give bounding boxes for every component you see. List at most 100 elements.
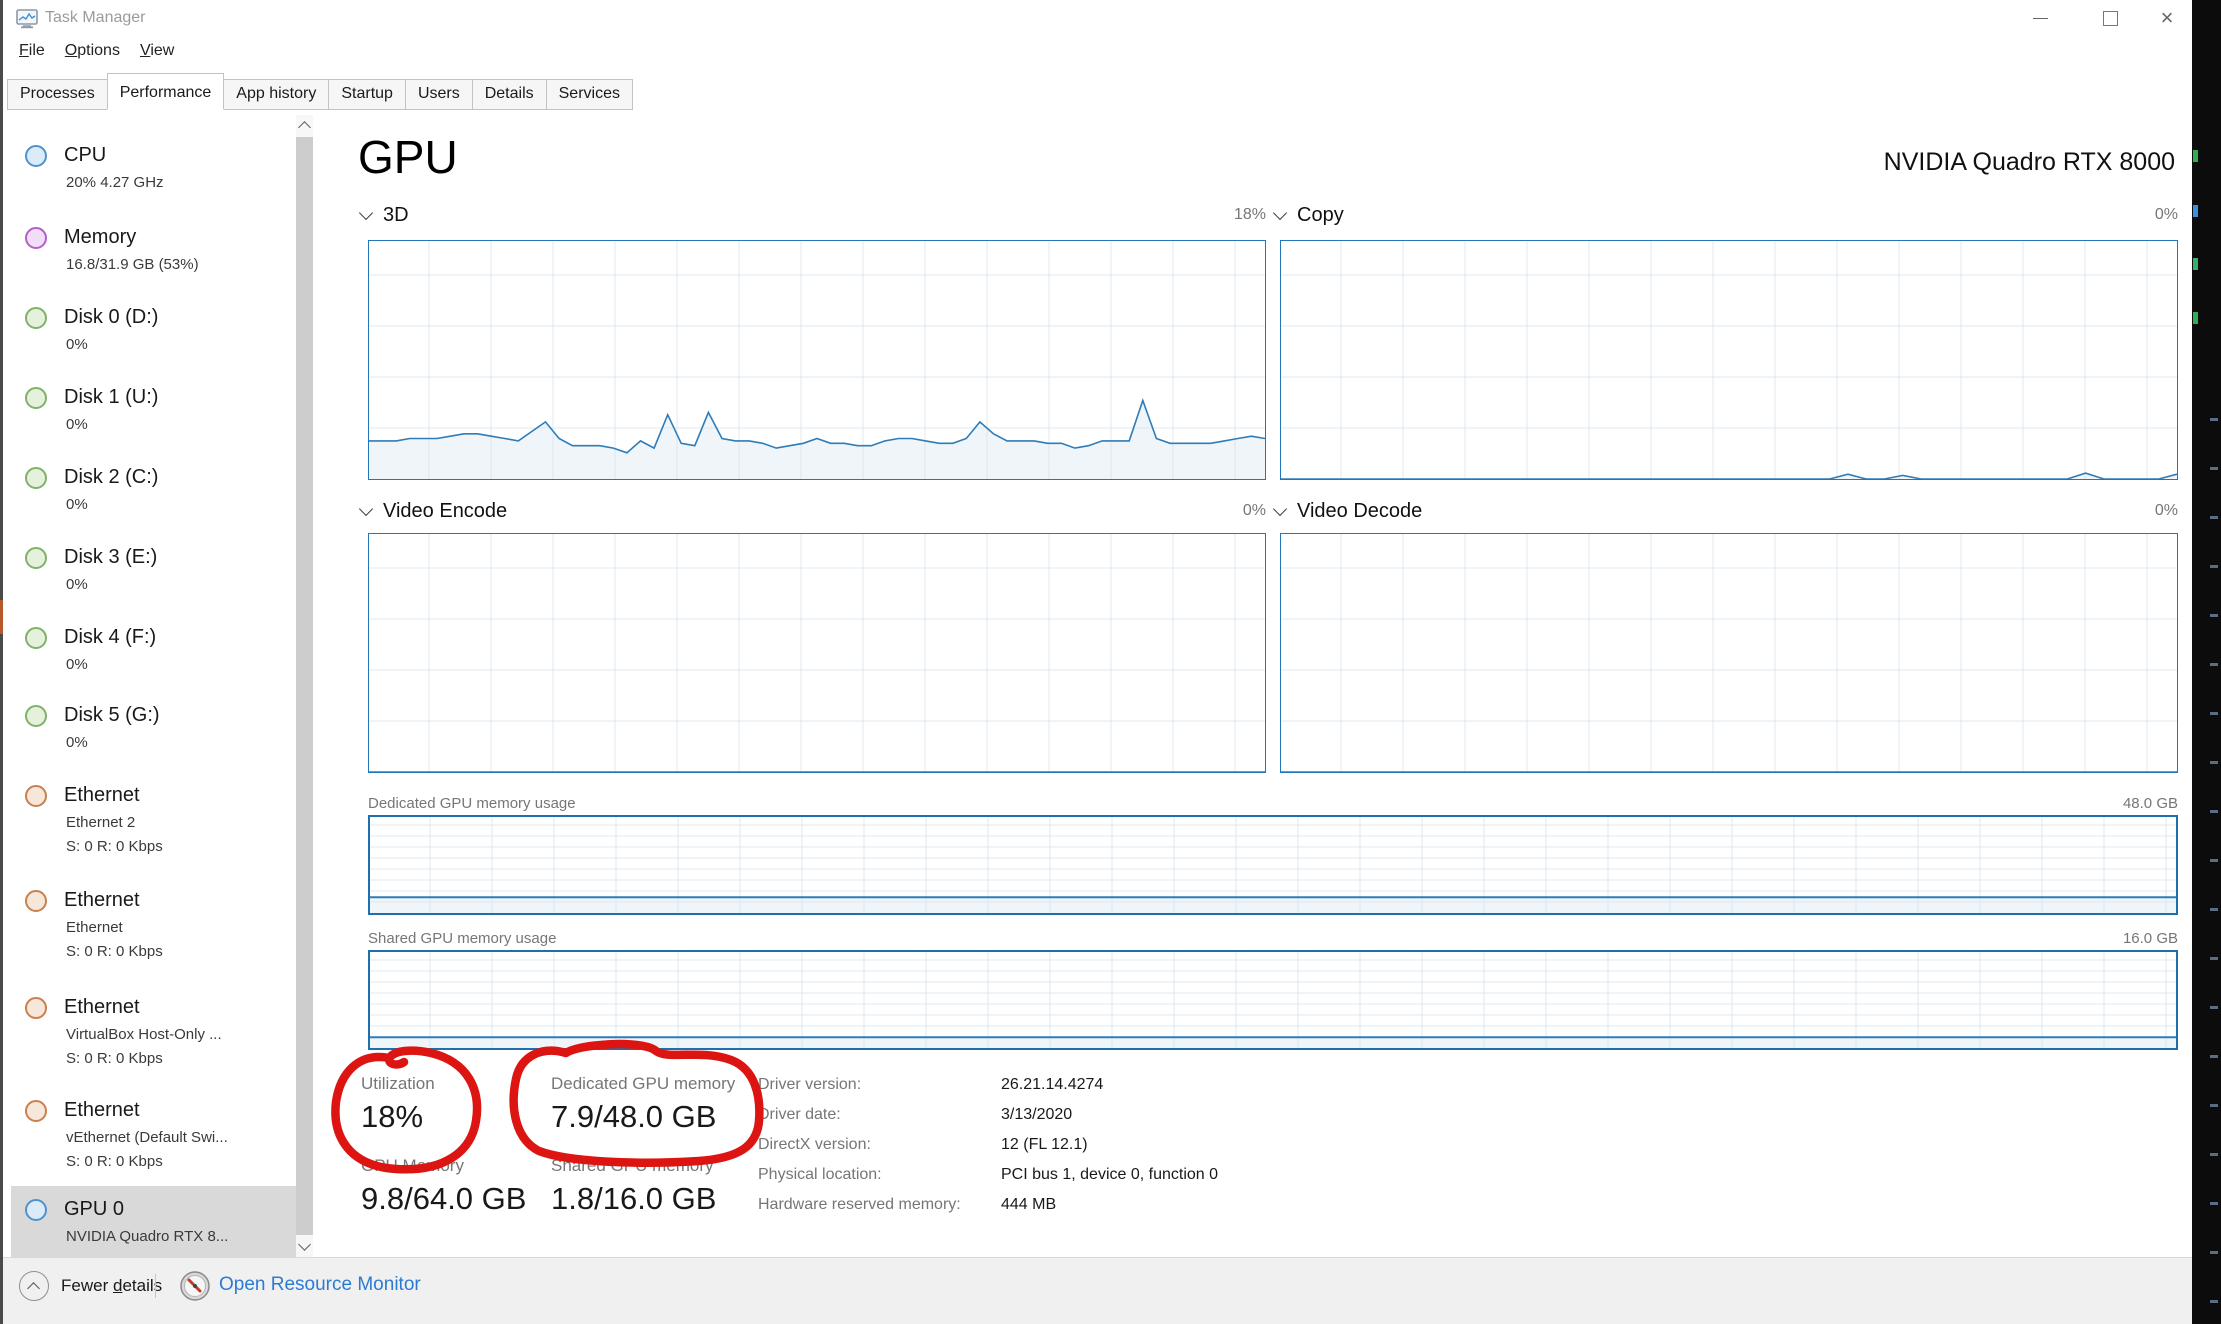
sidebar-item-ethernet-1[interactable]: EthernetEthernet 2S: 0 R: 0 Kbps [11,772,296,859]
sidebar-item-title: Disk 2 (C:) [64,466,158,489]
sidebar-item-disk-0[interactable]: Disk 0 (D:) 0% [11,294,296,357]
sidebar-item-title: Ethernet [64,889,140,912]
sidebar-item-memory[interactable]: Memory16.8/31.9 GB (53%) [11,214,296,277]
sidebar-item-detail: 16.8/31.9 GB (53%) [66,253,296,277]
stat-value: 18% [361,1099,435,1135]
scroll-down-icon[interactable] [298,1238,311,1251]
stat-label: Dedicated GPU memory [551,1074,735,1094]
scrollbar-thumb[interactable] [296,137,313,1235]
tab-details[interactable]: Details [473,79,547,110]
sidebar-item-ethernet-4[interactable]: EthernetvEthernet (Default Swi...S: 0 R:… [11,1087,296,1174]
tab-strip: ProcessesPerformanceApp historyStartupUs… [3,64,2192,110]
menu-item-view[interactable]: View [130,40,184,62]
sidebar-item-detail: S: 0 R: 0 Kbps [66,1150,296,1174]
sidebar-item-detail: 0% [66,573,296,597]
ethernet-4-gauge-icon [25,1100,47,1122]
background-window-strip [2192,0,2221,1324]
chart-value-video-encode: 0% [1243,502,1266,520]
chart-label-video-decode: Video Decode [1297,500,1422,523]
gpu-3d-chart [368,240,1266,480]
sidebar-item-disk-3[interactable]: Disk 3 (E:) 0% [11,534,296,597]
info-row-driver-date: Driver date: 3/13/2020 [758,1106,1218,1136]
dedicated-memory-chart-label: Dedicated GPU memory usage [368,795,576,812]
chart-value-copy: 0% [2155,206,2178,224]
sidebar-item-detail: S: 0 R: 0 Kbps [66,1047,296,1071]
chart-value-3d: 18% [1234,206,1266,224]
code-fragment [2193,205,2198,217]
tab-performance[interactable]: Performance [107,73,225,110]
sidebar-item-detail: 0% [66,413,296,437]
title-bar[interactable]: Task Manager × [3,0,2192,38]
sidebar-item-title: Disk 1 (U:) [64,386,158,409]
sidebar-item-title: Ethernet [64,1099,140,1122]
sidebar-item-title: Disk 3 (E:) [64,546,157,569]
code-fragment [2193,150,2198,162]
scroll-up-icon[interactable] [298,121,311,134]
sidebar-item-cpu[interactable]: CPU20% 4.27 GHz [11,132,296,195]
info-row-directx-version: DirectX version: 12 (FL 12.1) [758,1136,1218,1166]
stat-gpu-memory: GPU Memory 9.8/64.0 GB [361,1156,526,1217]
ethernet-1-gauge-icon [25,785,47,807]
code-fragment [2193,258,2198,270]
minimize-button[interactable] [2011,2,2069,34]
status-bar: Fewer details Open Resource Monitor [3,1257,2192,1324]
disk-4-gauge-icon [25,627,47,649]
tab-processes[interactable]: Processes [7,79,108,110]
dedicated-memory-axis-max: 48.0 GB [2123,795,2178,812]
sidebar-item-title: Ethernet [64,996,140,1019]
disk-1-gauge-icon [25,387,47,409]
sidebar-item-detail: Ethernet 2 [66,811,296,835]
open-resource-monitor-link[interactable]: Open Resource Monitor [219,1274,421,1296]
chevron-down-icon[interactable] [359,501,373,515]
sidebar-scrollbar[interactable] [296,115,313,1257]
sidebar-item-disk-4[interactable]: Disk 4 (F:)0% [11,614,296,677]
chevron-down-icon[interactable] [1273,205,1287,219]
ethernet-3-gauge-icon [25,997,47,1019]
page-title: GPU [358,130,458,184]
sidebar-item-ethernet-2[interactable]: EthernetEthernetS: 0 R: 0 Kbps [11,877,296,964]
fewer-details-button[interactable]: Fewer details [19,1271,162,1301]
footer-divider [155,1274,156,1298]
video-decode-chart [1280,533,2178,773]
menu-item-options[interactable]: Options [55,40,130,62]
tab-users[interactable]: Users [406,79,473,110]
sidebar-item-detail: S: 0 R: 0 Kbps [66,940,296,964]
window-title: Task Manager [45,9,146,27]
maximize-button[interactable] [2081,2,2139,34]
sidebar-item-detail: NVIDIA Quadro RTX 8... [66,1225,296,1249]
close-button[interactable]: × [2141,2,2193,34]
chevron-down-icon[interactable] [1273,501,1287,515]
menu-item-file[interactable]: File [9,40,55,62]
shared-memory-chart-label: Shared GPU memory usage [368,930,556,947]
sidebar-item-disk-1[interactable]: Disk 1 (U:) 0% [11,374,296,437]
gpu-0-gauge-icon [25,1199,47,1221]
tab-services[interactable]: Services [547,79,633,110]
chart-label-video-encode: Video Encode [383,500,507,523]
sidebar-item-detail: 0% [66,731,296,755]
info-row-hardware-reserved-memory: Hardware reserved memory: 444 MB [758,1196,1218,1226]
sidebar-item-title: Disk 0 (D:) [64,306,158,329]
stat-value: 7.9/48.0 GB [551,1099,735,1135]
sidebar-item-ethernet-3[interactable]: EthernetVirtualBox Host-Only ...S: 0 R: … [11,984,296,1071]
memory-gauge-icon [25,227,47,249]
tab-startup[interactable]: Startup [329,79,406,110]
dedicated-memory-chart [368,815,2178,915]
stat-value: 9.8/64.0 GB [361,1181,526,1217]
sidebar-item-gpu-0[interactable]: GPU 0NVIDIA Quadro RTX 8... [11,1186,296,1257]
disk-3-gauge-icon [25,547,47,569]
tab-app-history[interactable]: App history [224,79,329,110]
stat-label: Shared GPU memory [551,1156,716,1176]
driver-info: Driver version: 26.21.14.4274 Driver dat… [758,1076,1218,1226]
sidebar-item-detail: 0% [66,653,296,677]
sidebar-item-detail: 20% 4.27 GHz [66,171,296,195]
sidebar-item-detail: 0% [66,333,296,357]
shared-memory-chart [368,950,2178,1050]
sidebar-item-detail: 0% [66,493,296,517]
chevron-down-icon[interactable] [359,205,373,219]
stat-shared-gpu-memory: Shared GPU memory 1.8/16.0 GB [551,1156,716,1217]
sidebar-item-disk-5[interactable]: Disk 5 (G:)0% [11,692,296,755]
sidebar-item-disk-2[interactable]: Disk 2 (C:) 0% [11,454,296,517]
gpu-device-name: NVIDIA Quadro RTX 8000 [1884,148,2175,177]
stat-dedicated-gpu-memory: Dedicated GPU memory 7.9/48.0 GB [551,1074,735,1135]
disk-5-gauge-icon [25,705,47,727]
